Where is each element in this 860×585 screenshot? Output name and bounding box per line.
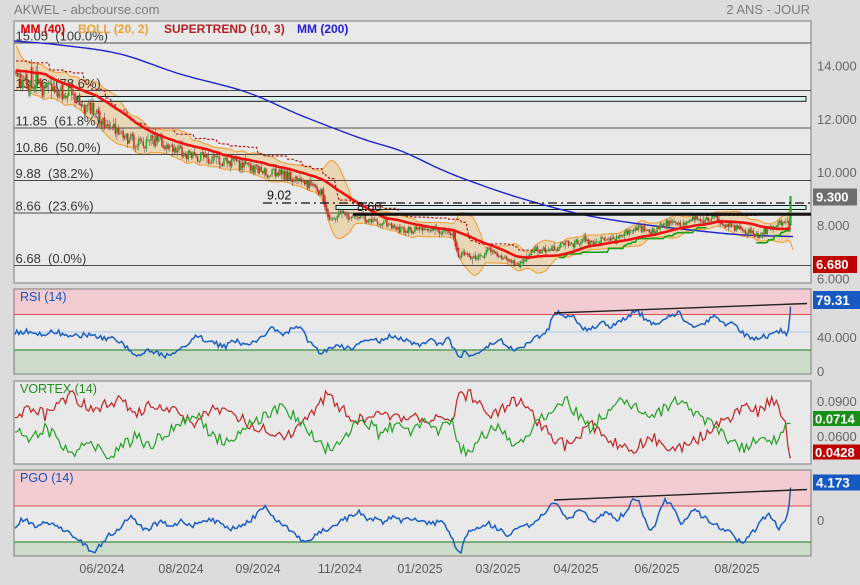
svg-text:0: 0 bbox=[817, 513, 824, 528]
svg-text:10.000: 10.000 bbox=[817, 165, 857, 180]
svg-text:8.66 (23.6%): 8.66 (23.6%) bbox=[16, 199, 94, 214]
svg-text:MM (40): MM (40) bbox=[21, 22, 66, 36]
svg-text:06/2025: 06/2025 bbox=[634, 562, 679, 576]
svg-text:6.000: 6.000 bbox=[817, 271, 850, 286]
svg-text:2 ANS - JOUR: 2 ANS - JOUR bbox=[726, 2, 810, 17]
svg-text:9.88 (38.2%): 9.88 (38.2%) bbox=[16, 166, 94, 181]
svg-text:08/2024: 08/2024 bbox=[158, 562, 203, 576]
svg-text:40.000: 40.000 bbox=[817, 330, 857, 345]
svg-text:6.68 (0.0%): 6.68 (0.0%) bbox=[16, 251, 87, 266]
svg-text:10.86 (50.0%): 10.86 (50.0%) bbox=[16, 140, 101, 155]
svg-text:9.300: 9.300 bbox=[816, 190, 849, 205]
svg-text:01/2025: 01/2025 bbox=[397, 562, 442, 576]
svg-text:0.0428: 0.0428 bbox=[815, 445, 855, 460]
svg-text:11.85 (61.8%): 11.85 (61.8%) bbox=[16, 114, 100, 129]
svg-text:0: 0 bbox=[817, 364, 824, 379]
svg-text:VORTEX (14): VORTEX (14) bbox=[20, 382, 97, 396]
svg-text:SUPERTREND (10, 3): SUPERTREND (10, 3) bbox=[164, 22, 285, 36]
svg-text:BOLL (20, 2): BOLL (20, 2) bbox=[78, 22, 148, 36]
svg-text:RSI (14): RSI (14) bbox=[20, 290, 67, 304]
svg-text:PGO (14): PGO (14) bbox=[20, 471, 74, 485]
svg-text:03/2025: 03/2025 bbox=[475, 562, 520, 576]
svg-text:79.31: 79.31 bbox=[816, 293, 850, 308]
svg-text:06/2024: 06/2024 bbox=[79, 562, 124, 576]
svg-text:6.680: 6.680 bbox=[816, 257, 849, 272]
svg-text:MM (200): MM (200) bbox=[297, 22, 348, 36]
svg-text:14.000: 14.000 bbox=[817, 59, 857, 74]
svg-text:08/2025: 08/2025 bbox=[714, 562, 759, 576]
svg-text:AKWEL - abcbourse.com: AKWEL - abcbourse.com bbox=[14, 2, 159, 17]
svg-text:0.0600: 0.0600 bbox=[817, 429, 857, 444]
svg-text:11/2024: 11/2024 bbox=[318, 562, 362, 576]
svg-text:04/2025: 04/2025 bbox=[553, 562, 598, 576]
svg-text:09/2024: 09/2024 bbox=[235, 562, 280, 576]
svg-text:0.0900: 0.0900 bbox=[817, 394, 857, 409]
svg-text:8.000: 8.000 bbox=[817, 218, 850, 233]
svg-text:8.60: 8.60 bbox=[357, 200, 381, 214]
svg-text:12.000: 12.000 bbox=[817, 112, 857, 127]
svg-text:0.0714: 0.0714 bbox=[815, 412, 856, 427]
svg-text:4.173: 4.173 bbox=[816, 476, 850, 491]
svg-text:9.02: 9.02 bbox=[267, 189, 291, 203]
